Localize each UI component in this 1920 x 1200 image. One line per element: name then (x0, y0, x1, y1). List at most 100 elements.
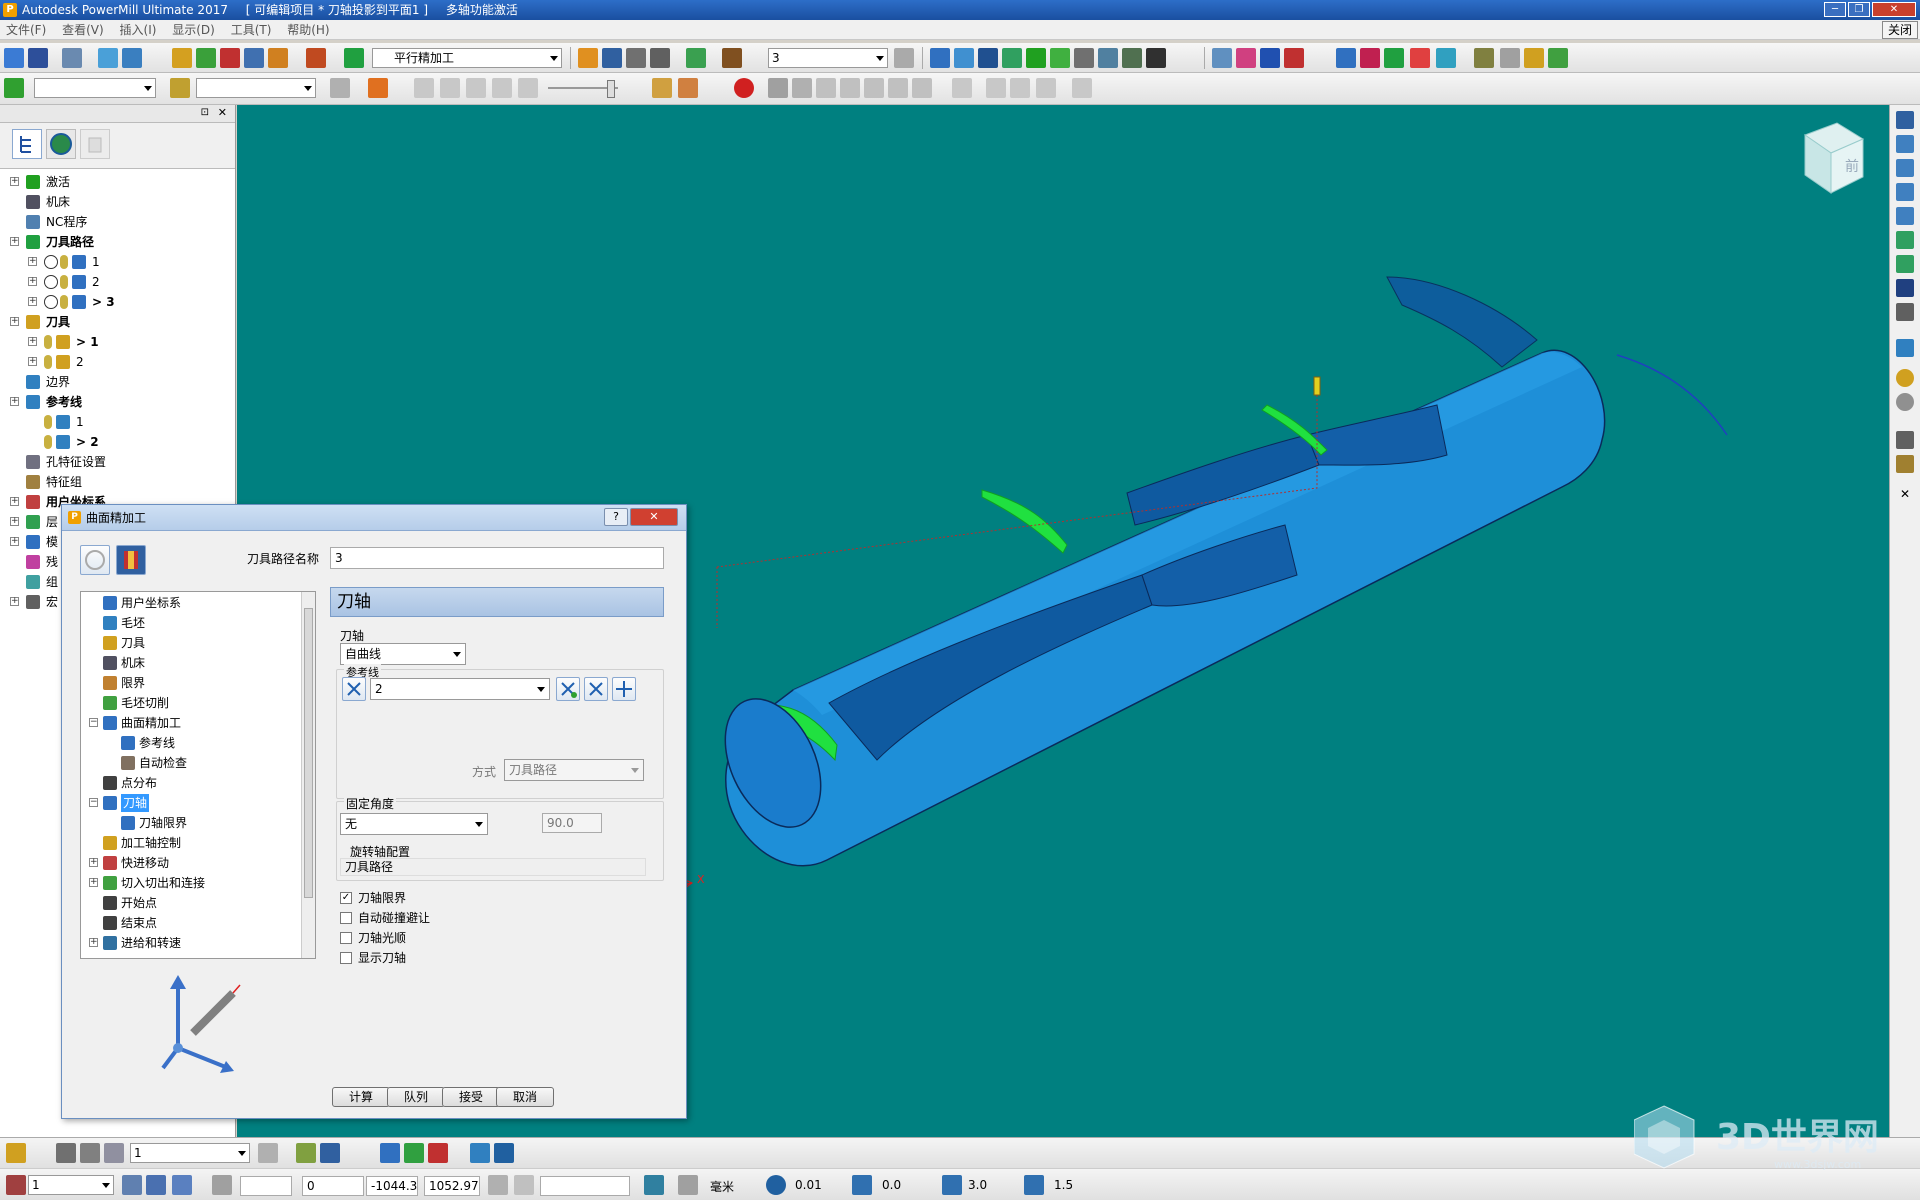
show-tool-axis-checkbox[interactable]: 显示刀轴 (340, 950, 406, 966)
tree-item-feature-groups[interactable]: 特征组 (0, 473, 236, 491)
wireframe-icon[interactable] (1896, 393, 1914, 411)
shade-tool-icon[interactable] (258, 1143, 278, 1163)
shade-cutter-icon[interactable] (888, 78, 908, 98)
startpoint-icon[interactable] (244, 48, 264, 68)
fixed-angle-select[interactable]: 无 (340, 813, 488, 835)
toolpath-select-icon[interactable] (4, 78, 24, 98)
tool-combo[interactable] (196, 78, 316, 98)
expand-icon[interactable]: + (10, 237, 19, 246)
dialog-close-button[interactable]: ✕ (630, 508, 678, 526)
expand-icon[interactable]: + (10, 177, 19, 186)
coord-z-field[interactable]: 1052.97 (424, 1176, 480, 1196)
ruler-icon[interactable] (650, 48, 670, 68)
dialog-tree-item-tool-axis[interactable]: − 刀轴 (81, 794, 301, 812)
menu-help[interactable]: 帮助(H) (281, 20, 335, 40)
stock-model-icon[interactable] (1010, 78, 1030, 98)
status-blank-field[interactable] (540, 1176, 630, 1196)
tree-item-nc-programs[interactable]: NC程序 (0, 213, 236, 231)
reference-line-create-icon[interactable] (584, 677, 608, 701)
edit-icon[interactable] (602, 48, 622, 68)
zoom-icon[interactable] (1474, 48, 1494, 68)
shade-direction-icon[interactable] (864, 78, 884, 98)
check-icon[interactable] (44, 275, 58, 289)
model-icon[interactable] (930, 48, 950, 68)
transform-icon[interactable] (686, 48, 706, 68)
expand-icon[interactable]: + (10, 497, 19, 506)
window-close-icon[interactable]: ✕ (1872, 2, 1916, 17)
pattern-edit-icon[interactable] (404, 1143, 424, 1163)
tree-scrollbar[interactable] (301, 592, 315, 958)
speed-slider-thumb[interactable] (607, 80, 615, 98)
calculator-icon[interactable] (626, 48, 646, 68)
grid-icon[interactable] (212, 1175, 232, 1195)
expand-icon[interactable]: + (10, 317, 19, 326)
feed-icon[interactable] (196, 48, 216, 68)
tool-axis-select[interactable]: 自曲线 (340, 643, 466, 665)
bulb-icon[interactable] (60, 255, 68, 269)
pattern-create-icon[interactable] (380, 1143, 400, 1163)
bulb-icon[interactable] (1500, 48, 1520, 68)
wire-icon[interactable] (978, 48, 998, 68)
save-icon[interactable] (28, 48, 48, 68)
target-icon[interactable] (1360, 48, 1380, 68)
workplane-icon[interactable] (6, 1175, 26, 1195)
bulb-icon[interactable] (60, 275, 68, 289)
sim-start-icon[interactable] (368, 78, 388, 98)
block-icon[interactable] (98, 48, 118, 68)
section-icon[interactable] (1260, 48, 1280, 68)
zoom-in-icon[interactable] (1896, 231, 1914, 249)
calculate-icon[interactable] (306, 48, 326, 68)
tree-item-tools[interactable]: + 刀具 (0, 313, 236, 331)
eraser-icon[interactable] (1410, 48, 1430, 68)
check-icon[interactable] (44, 295, 58, 309)
dialog-tree-item-surface-finishing[interactable]: − 曲面精加工 (81, 714, 301, 732)
expand-icon[interactable]: + (28, 297, 37, 306)
save-stock-icon[interactable] (1036, 78, 1056, 98)
settings-icon[interactable] (1548, 48, 1568, 68)
queue-button[interactable]: 队列 (387, 1087, 445, 1107)
strategy-combo[interactable]: 平行精加工 (372, 48, 562, 68)
dialog-tree-item-stock-cut[interactable]: 毛坯切削 (81, 694, 301, 712)
cursor-icon[interactable] (1896, 431, 1914, 449)
expand-icon[interactable]: + (28, 277, 37, 286)
expand-icon[interactable]: + (28, 357, 37, 366)
refresh-icon[interactable] (1896, 255, 1914, 273)
tool-edit-icon[interactable] (320, 1143, 340, 1163)
calculator-icon[interactable] (488, 1175, 508, 1195)
tool-axis-limits-checkbox[interactable]: ✓ 刀轴限界 (340, 890, 406, 906)
help-button[interactable]: ? (604, 508, 628, 526)
recycle-bin-icon[interactable] (80, 129, 110, 159)
bulb-icon[interactable] (44, 335, 52, 349)
clock-icon[interactable] (1122, 48, 1142, 68)
dialog-tree-item-rapid-moves[interactable]: + 快进移动 (81, 854, 301, 872)
auto-collision-checkbox[interactable]: 自动碰撞避让 (340, 910, 430, 926)
shaded-icon[interactable] (1896, 339, 1914, 357)
print-icon[interactable] (62, 48, 82, 68)
tool-holder-icon[interactable] (1524, 48, 1544, 68)
shade-plain-icon[interactable] (816, 78, 836, 98)
expand-icon[interactable]: + (10, 517, 19, 526)
tree-item-boundaries[interactable]: 边界 (0, 373, 236, 391)
globe-icon[interactable] (46, 129, 76, 159)
bulb-icon[interactable] (44, 435, 52, 449)
collision-icon[interactable] (722, 48, 742, 68)
feeds-icon[interactable] (296, 1143, 316, 1163)
leads-icon[interactable] (220, 48, 240, 68)
expand-icon[interactable]: + (89, 878, 98, 887)
tree-item-toolpath-2[interactable]: +2 (0, 273, 236, 291)
tree-item-toolpaths[interactable]: + 刀具路径 (0, 233, 236, 251)
dialog-tree-item-limits[interactable]: 限界 (81, 674, 301, 692)
menu-insert[interactable]: 插入(I) (114, 20, 163, 40)
step-forward-icon[interactable] (492, 78, 512, 98)
dialog-tree-item-start-point[interactable]: 开始点 (81, 894, 301, 912)
viewcube[interactable]: 前 (1803, 122, 1865, 194)
shade-icon[interactable] (894, 48, 914, 68)
bulb-icon[interactable] (60, 295, 68, 309)
dialog-tree-item-end-point[interactable]: 结束点 (81, 914, 301, 932)
tree-view-icon[interactable] (12, 129, 42, 159)
coord-x-field[interactable]: 0 (302, 1176, 364, 1196)
select-icon[interactable] (1896, 455, 1914, 473)
hat-icon[interactable] (1436, 48, 1456, 68)
strategy-image-icon[interactable] (80, 545, 110, 575)
stock2-icon[interactable] (792, 78, 812, 98)
